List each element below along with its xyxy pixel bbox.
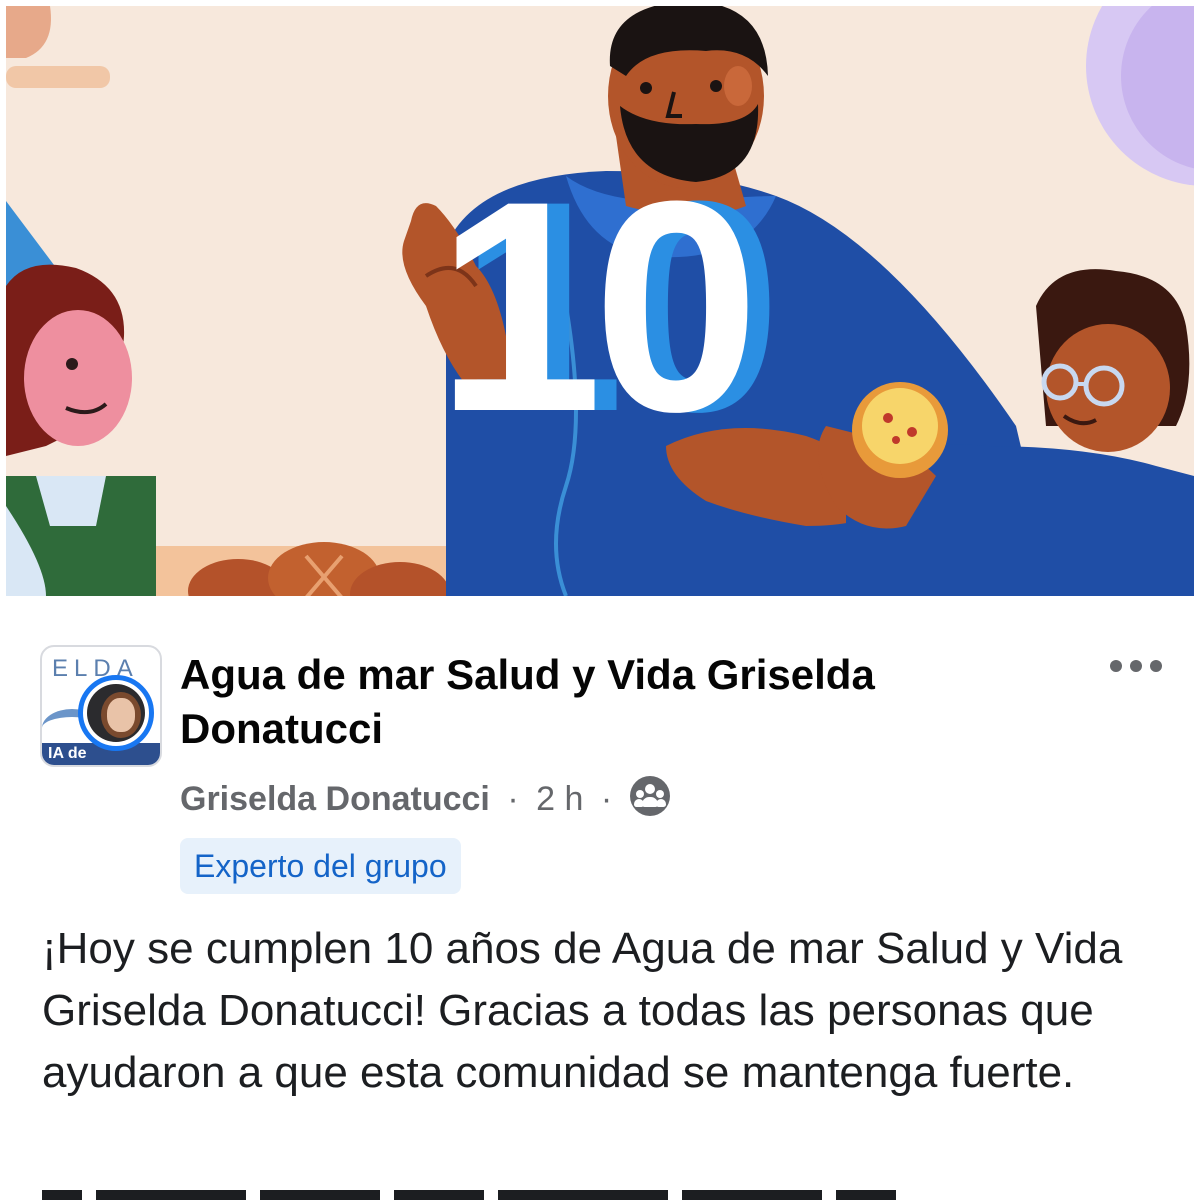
anniversary-number-front: 10 xyxy=(436,138,760,474)
anniversary-banner[interactable]: 10 10 xyxy=(6,6,1194,596)
author-avatar[interactable] xyxy=(78,675,154,751)
group-expert-badge[interactable]: Experto del grupo xyxy=(180,838,461,894)
post-meta: Griselda Donatucci · 2 h · xyxy=(180,776,670,821)
author-avatar-photo xyxy=(87,684,145,742)
author-avatar-face xyxy=(107,698,135,732)
meta-separator-2: · xyxy=(600,780,613,818)
post-body-text: ¡Hoy se cumplen 10 años de Agua de mar S… xyxy=(42,924,1123,1097)
meta-separator: · xyxy=(507,780,519,818)
author-name-link[interactable]: Griselda Donatucci xyxy=(180,780,490,818)
group-name-link[interactable]: Agua de mar Salud y Vida Griselda Donatu… xyxy=(180,648,1060,756)
more-options-icon[interactable] xyxy=(1110,660,1164,674)
post-body-cutoff xyxy=(42,1182,1172,1200)
group-icon[interactable] xyxy=(629,776,670,816)
anniversary-number: 10 10 xyxy=(436,156,782,456)
post-time[interactable]: 2 h xyxy=(536,780,583,818)
